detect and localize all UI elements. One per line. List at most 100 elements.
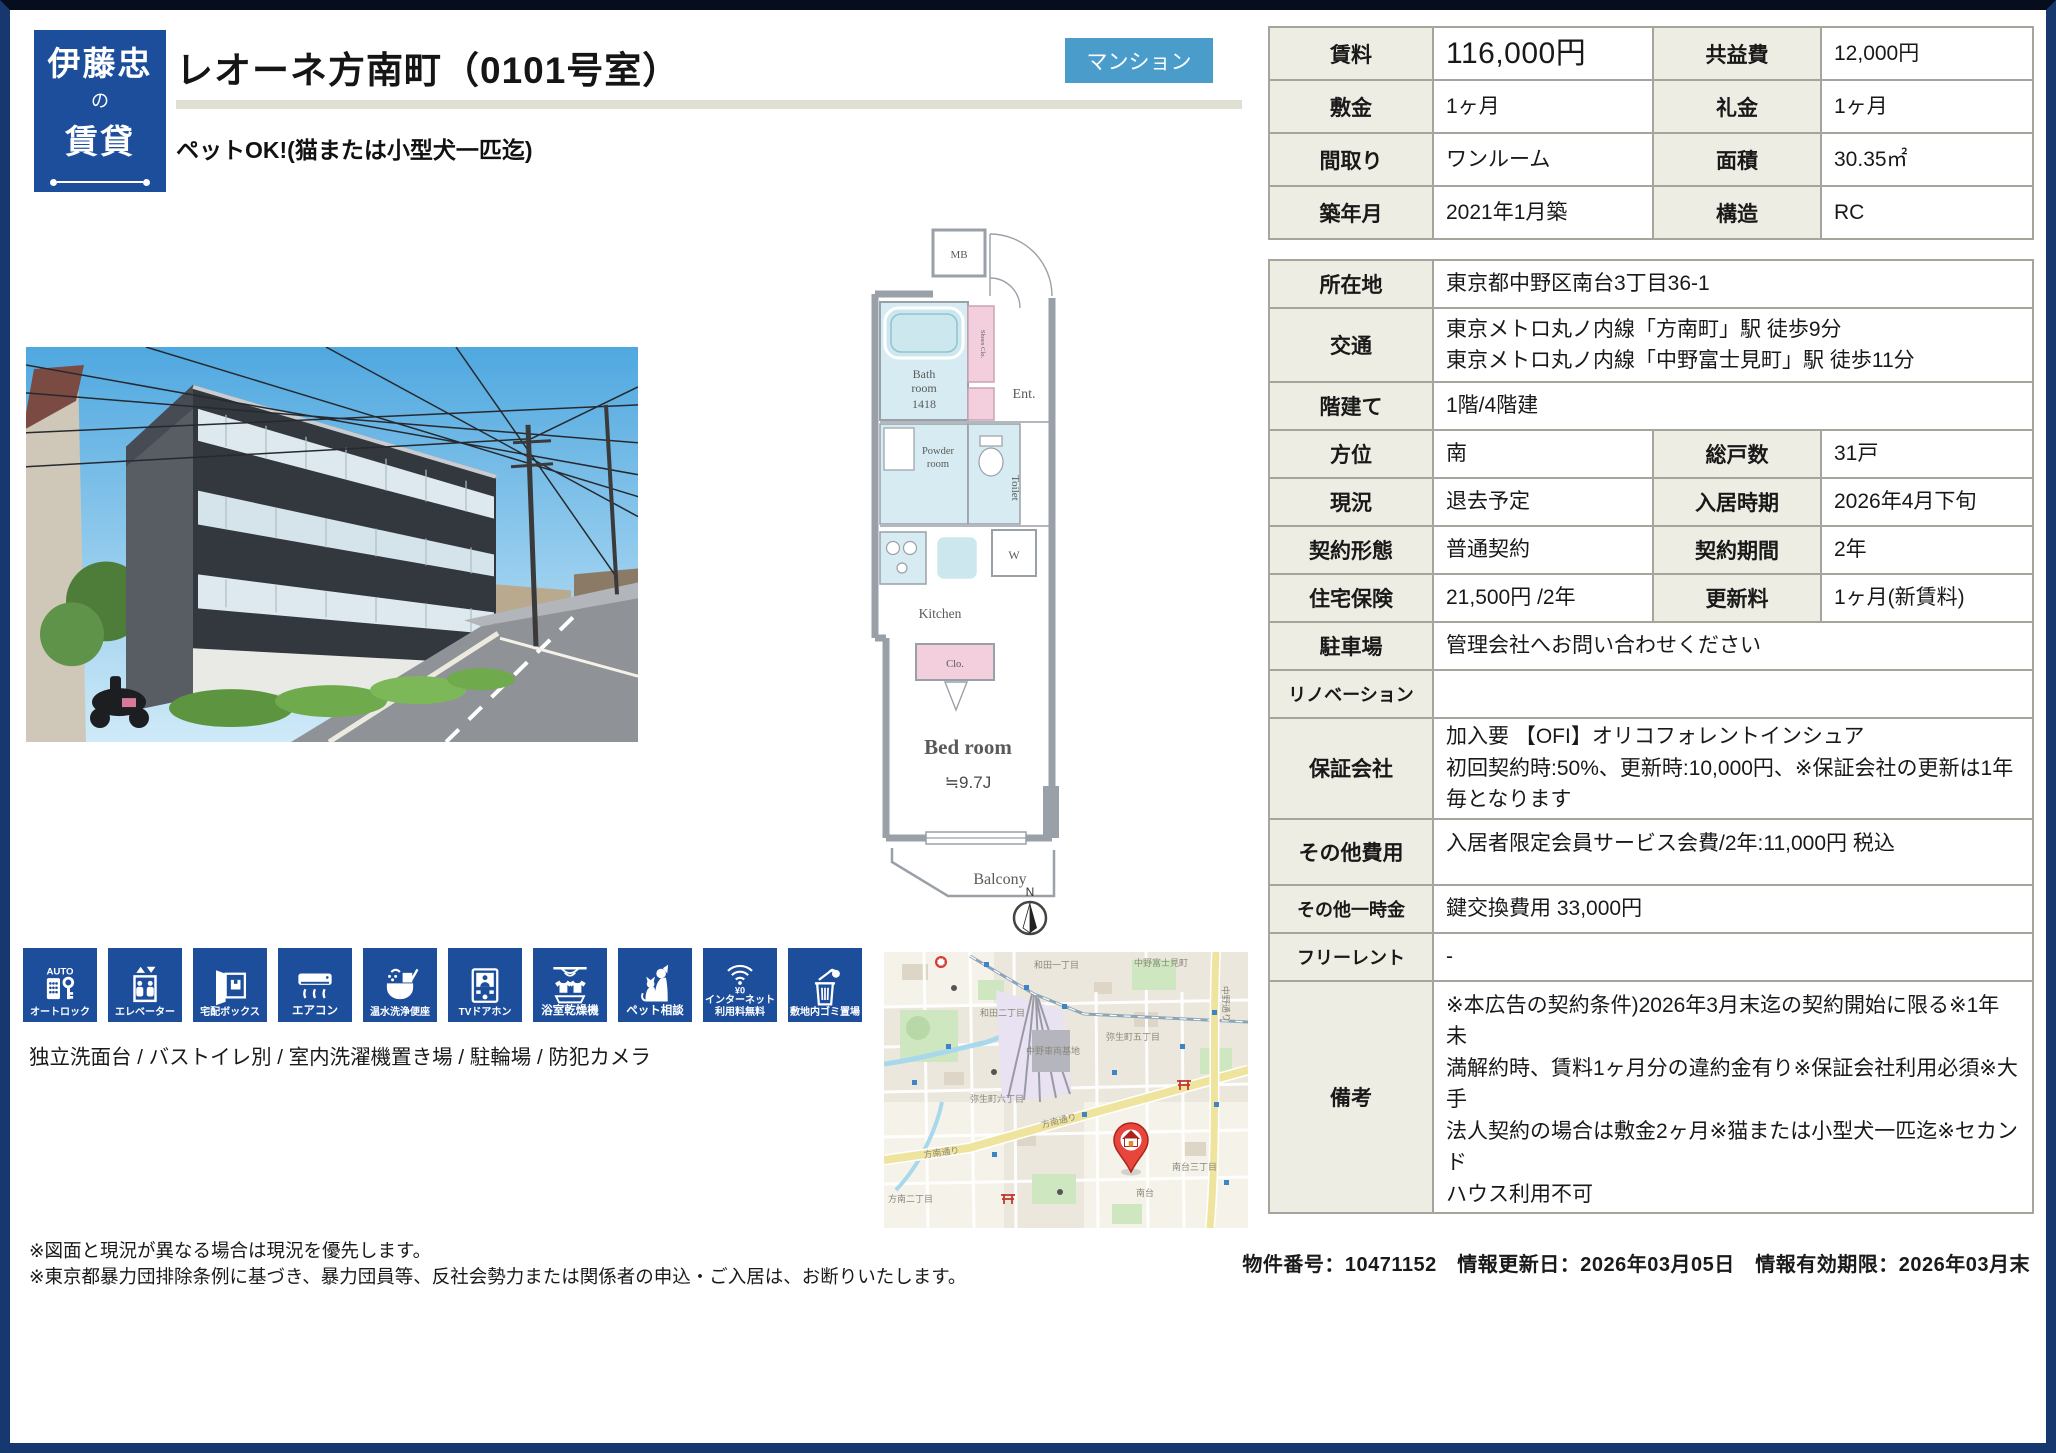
field-value: 116,000円 <box>1433 27 1653 80</box>
field-label: 更新料 <box>1653 574 1821 622</box>
internet-free-feature: ¥0インターネット利用料無料 <box>703 948 777 1022</box>
detail-table: 所在地東京都中野区南台3丁目36-1交通東京メトロ丸ノ内線「方南町」駅 徒歩9分… <box>1268 259 2034 1214</box>
feature-label: オートロック <box>30 1007 90 1019</box>
floorplan-mb-label: MB <box>950 249 967 261</box>
garbage-feature: 敷地内ゴミ置場 <box>788 948 862 1022</box>
feature-label: インターネット <box>705 995 775 1007</box>
garbage-icon <box>804 965 846 1007</box>
svg-text:¥0: ¥0 <box>735 986 745 995</box>
feature-caption: 独立洗面台 / バストイレ別 / 室内洗濯機置き場 / 駐輪場 / 防犯カメラ <box>29 1040 651 1070</box>
svg-text:中野富士見町: 中野富士見町 <box>1134 957 1188 968</box>
detail-row: 駐車場管理会社へお問い合わせください <box>1269 622 2033 670</box>
detail-row: 階建て1階/4階建 <box>1269 382 2033 430</box>
field-label: 契約形態 <box>1269 526 1433 574</box>
svg-text:Bed room: Bed room <box>924 735 1012 759</box>
bathroom-dryer-feature: 浴室乾燥機 <box>533 948 607 1022</box>
feature-label: エアコン <box>292 1005 338 1018</box>
field-label: 礼金 <box>1653 80 1821 133</box>
svg-text:room: room <box>911 381 937 395</box>
washlet-feature: 温水洗浄便座 <box>363 948 437 1022</box>
delivery-box-icon <box>209 965 251 1007</box>
svg-text:Clo.: Clo. <box>946 659 964 670</box>
field-label: フリーレント <box>1269 933 1433 981</box>
field-value: 1ヶ月 <box>1433 80 1653 133</box>
field-value: ワンルーム <box>1433 133 1653 186</box>
detail-row: 現況退去予定入居時期2026年4月下旬 <box>1269 478 2033 526</box>
washlet-icon <box>379 965 421 1007</box>
field-value: 東京都中野区南台3丁目36-1 <box>1433 260 2033 308</box>
field-value: 管理会社へお問い合わせください <box>1433 622 2033 670</box>
svg-text:弥生町六丁目: 弥生町六丁目 <box>970 1093 1024 1104</box>
detail-row: 保証会社加入要 【OFI】オリコフォレントインシュア初回契約時:50%、更新時:… <box>1269 718 2033 819</box>
svg-text:弥生町五丁目: 弥生町五丁目 <box>1106 1031 1160 1042</box>
svg-text:中野車両基地: 中野車両基地 <box>1026 1045 1080 1056</box>
feature-label: エレベーター <box>115 1007 175 1019</box>
detail-row: リノベーション <box>1269 670 2033 718</box>
field-label: 所在地 <box>1269 260 1433 308</box>
building-photo <box>26 347 638 742</box>
compass-icon: N <box>1014 885 1046 934</box>
feature-label: 温水洗浄便座 <box>370 1007 430 1019</box>
feature-label: 浴室乾燥機 <box>541 1005 599 1018</box>
detail-row: 交通東京メトロ丸ノ内線「方南町」駅 徒歩9分東京メトロ丸ノ内線「中野富士見町」駅… <box>1269 308 2033 382</box>
svg-text:和田一丁目: 和田一丁目 <box>1034 960 1079 970</box>
field-label: 備考 <box>1269 981 1433 1214</box>
field-value: 30.35㎡ <box>1821 133 2033 186</box>
title-separator <box>176 100 1242 109</box>
pet-feature: ペット相談 <box>618 948 692 1022</box>
svg-text:Toilet: Toilet <box>1009 475 1021 501</box>
detail-row: 備考※本広告の契約条件)2026年3月末迄の契約開始に限る※1年未満解約時、賃料… <box>1269 981 2033 1214</box>
svg-text:N: N <box>1026 885 1035 899</box>
brand-logo-rule <box>50 179 150 186</box>
field-label: 方位 <box>1269 430 1433 478</box>
feature-icons-row: AUTOオートロックエレベーター宅配ボックスエアコン温水洗浄便座TVドアホン浴室… <box>23 948 862 1022</box>
field-value <box>1433 670 2033 718</box>
field-value: 2年 <box>1821 526 2033 574</box>
field-label: 契約期間 <box>1653 526 1821 574</box>
field-value: 鍵交換費用 33,000円 <box>1433 885 2033 933</box>
detail-row: 住宅保険21,500円 /2年更新料1ヶ月(新賃料) <box>1269 574 2033 622</box>
field-value: 1ヶ月 <box>1821 80 2033 133</box>
svg-text:中野通り: 中野通り <box>1220 986 1232 1022</box>
field-value: 31戸 <box>1821 430 2033 478</box>
pet-icon <box>634 963 676 1005</box>
field-value: 東京メトロ丸ノ内線「方南町」駅 徒歩9分東京メトロ丸ノ内線「中野富士見町」駅 徒… <box>1433 308 2033 382</box>
map-image: 和田一丁目 中野富士見町 和田二丁目 弥生町五丁目 中野車両基地 弥生町六丁目 … <box>884 952 1248 1228</box>
svg-text:1418: 1418 <box>912 397 936 411</box>
svg-text:Shoes Clo.: Shoes Clo. <box>979 330 986 359</box>
field-value: 南 <box>1433 430 1653 478</box>
delivery-box-feature: 宅配ボックス <box>193 948 267 1022</box>
field-value: 2026年4月下旬 <box>1821 478 2033 526</box>
field-label: 住宅保険 <box>1269 574 1433 622</box>
svg-text:Kitchen: Kitchen <box>919 606 962 621</box>
detail-row: 所在地東京都中野区南台3丁目36-1 <box>1269 260 2033 308</box>
footnote-line: ※図面と現況が異なる場合は現況を優先します。 <box>29 1238 966 1264</box>
hospital-icon <box>935 956 947 968</box>
svg-text:≒9.7J: ≒9.7J <box>945 773 991 792</box>
svg-text:方南二丁目: 方南二丁目 <box>888 1193 933 1204</box>
field-label: 交通 <box>1269 308 1433 382</box>
pet-note: ペットOK!(猫または小型犬一匹迄) <box>176 131 532 165</box>
feature-label: 宅配ボックス <box>200 1007 260 1019</box>
field-label: 築年月 <box>1269 186 1433 239</box>
property-type-badge: マンション <box>1065 38 1213 83</box>
field-label: 階建て <box>1269 382 1433 430</box>
field-value: 12,000円 <box>1821 27 2033 80</box>
page-title: レオーネ方南町（0101号室） <box>176 40 680 94</box>
elevator-icon <box>124 965 166 1007</box>
field-value: 加入要 【OFI】オリコフォレントインシュア初回契約時:50%、更新時:10,0… <box>1433 718 2033 819</box>
location-map: 和田一丁目 中野富士見町 和田二丁目 弥生町五丁目 中野車両基地 弥生町六丁目 … <box>884 952 1248 1228</box>
field-label: その他費用 <box>1269 819 1433 885</box>
field-value: 1階/4階建 <box>1433 382 2033 430</box>
bathroom-dryer-icon <box>549 963 591 1005</box>
field-label: 間取り <box>1269 133 1433 186</box>
detail-row: 方位南総戸数31戸 <box>1269 430 2033 478</box>
elevator-feature: エレベーター <box>108 948 182 1022</box>
field-label: その他一時金 <box>1269 885 1433 933</box>
feature-label: 敷地内ゴミ置場 <box>790 1007 860 1019</box>
aircon-feature: エアコン <box>278 948 352 1022</box>
svg-text:AUTO: AUTO <box>46 966 74 977</box>
field-value: - <box>1433 933 2033 981</box>
brand-logo: 伊藤忠 の 賃貸 <box>34 30 166 192</box>
field-value: 21,500円 /2年 <box>1433 574 1653 622</box>
